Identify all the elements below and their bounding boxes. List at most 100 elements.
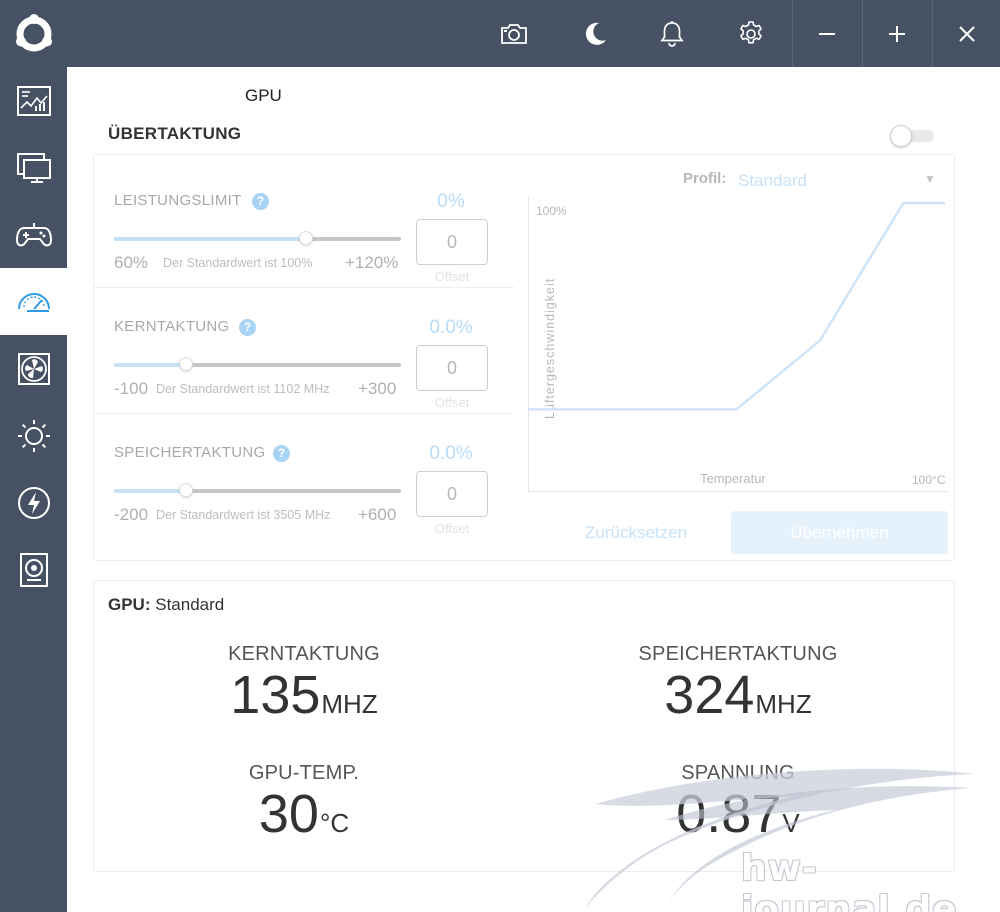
range-min: -200 [114, 505, 149, 524]
default-value-text: Der Standardwert ist 3505 MHz [156, 508, 331, 522]
stat-core-clock: KERNTAKTUNG 135MHZ [184, 643, 424, 722]
minimize-icon [819, 32, 835, 35]
watermark-text: hw-journal.de [741, 848, 958, 912]
range-min: 60% [114, 253, 149, 272]
moon-icon [585, 22, 606, 45]
range-min: -100 [114, 379, 149, 398]
speedometer-icon [17, 292, 50, 312]
overclock-row-power-limit: LEISTUNGSLIMIT ? 0% 60% Der Standardwert… [94, 161, 514, 287]
monitoring-icon [16, 85, 51, 116]
sidebar-item-gaming[interactable] [0, 201, 67, 268]
device-title: GPU [245, 86, 282, 105]
power-limit-slider[interactable] [114, 231, 401, 245]
close-button[interactable] [933, 0, 1000, 67]
gpu-status-label: GPU: [108, 595, 151, 614]
stat-voltage: SPANNUNG 0.87V [618, 762, 858, 841]
memory-clock-slider[interactable] [114, 483, 401, 497]
minimize-button[interactable] [793, 0, 861, 67]
x-max-label: 100°C [912, 473, 946, 487]
stat-memory-clock: SPEICHERTAKTUNG 324MHZ [618, 643, 858, 722]
gamepad-icon [15, 222, 52, 246]
offset-label: Offset [434, 395, 470, 410]
help-icon[interactable]: ? [239, 319, 256, 336]
stat-value: 135MHZ [184, 668, 424, 722]
dropdown-arrow-icon[interactable]: ▼ [924, 172, 936, 186]
maximize-icon [889, 25, 905, 42]
range-max: +600 [358, 505, 397, 524]
sidebar-item-lighting[interactable] [0, 402, 67, 469]
slider-fill [114, 237, 307, 241]
stat-unit: MHZ [321, 689, 378, 719]
core-clock-slider[interactable] [114, 357, 401, 371]
gear-icon [740, 20, 762, 44]
percent-value: 0% [437, 191, 465, 212]
overclock-row-memory-clock: SPEICHERTAKTUNG ? 0.0% -200 Der Standard… [94, 413, 514, 539]
fan-curve-chart[interactable]: 100% Lüftergeschwindigkeit Temperatur 10… [528, 197, 948, 492]
sidebar [0, 67, 67, 912]
overclock-row-core-clock: KERNTAKTUNG ? 0.0% -100 Der Standardwert… [94, 287, 514, 413]
sidebar-item-power[interactable] [0, 469, 67, 536]
slider-thumb[interactable] [178, 357, 193, 371]
sidebar-item-audio[interactable] [0, 536, 67, 603]
stat-number: 0.87 [676, 784, 782, 844]
gpu-status: GPU: Standard [108, 595, 224, 615]
stat-unit: MHZ [755, 689, 812, 719]
stat-label: GPU-TEMP. [248, 762, 360, 784]
title-bar [0, 0, 1000, 67]
maximize-button[interactable] [863, 0, 931, 67]
y-axis-label: Lüftergeschwindigkeit [543, 278, 557, 419]
fan-curve-line[interactable] [528, 201, 945, 411]
lightning-icon [17, 486, 50, 519]
stat-label: SPEICHERTAKTUNG [638, 643, 838, 665]
sidebar-item-fan[interactable] [0, 335, 67, 402]
logo-icon [16, 14, 52, 52]
percent-value: 0.0% [429, 317, 473, 338]
stat-number: 324 [664, 665, 755, 725]
range-max: +300 [358, 379, 397, 398]
speaker-icon [19, 552, 48, 587]
stat-unit: °C [319, 808, 350, 838]
offset-input[interactable]: 0 [416, 471, 488, 517]
bell-icon [660, 20, 684, 47]
profile-select[interactable]: Standard [738, 171, 807, 191]
screenshot-button[interactable] [493, 0, 535, 67]
sidebar-item-display[interactable] [0, 134, 67, 201]
overclock-toggle[interactable] [890, 125, 936, 147]
fan-icon [17, 352, 50, 385]
default-value-text: Der Standardwert ist 100% [163, 256, 313, 270]
x-axis-label: Temperatur [700, 471, 766, 486]
stat-unit: V [782, 808, 800, 838]
notifications-button[interactable] [651, 0, 693, 67]
reset-button[interactable]: Zurücksetzen [585, 523, 687, 543]
y-max-label: 100% [536, 204, 567, 218]
row-label: LEISTUNGSLIMIT [114, 192, 242, 209]
help-icon[interactable]: ? [252, 193, 269, 210]
stat-value: 0.87V [618, 787, 858, 841]
stat-label: SPANNUNG [681, 762, 795, 784]
slider-thumb[interactable] [178, 483, 193, 497]
stat-gpu-temp: GPU-TEMP. 30°C [184, 762, 424, 841]
slider-fill [114, 489, 186, 493]
row-label: KERNTAKTUNG [114, 318, 230, 335]
row-label: SPEICHERTAKTUNG [114, 444, 266, 461]
camera-icon [501, 23, 527, 44]
settings-button[interactable] [730, 0, 772, 67]
toggle-knob [890, 125, 912, 147]
stat-number: 30 [258, 784, 319, 844]
offset-input[interactable]: 0 [416, 219, 488, 265]
percent-value: 0.0% [429, 443, 473, 464]
section-title: ÜBERTAKTUNG [108, 124, 242, 143]
offset-input[interactable]: 0 [416, 345, 488, 391]
sidebar-item-monitoring[interactable] [0, 67, 67, 134]
slider-thumb[interactable] [299, 231, 314, 245]
apply-button[interactable]: Übernehmen [731, 511, 948, 554]
stat-number: 135 [230, 665, 321, 725]
offset-label: Offset [434, 521, 470, 536]
sidebar-item-overclocking[interactable] [0, 268, 67, 335]
stat-label: KERNTAKTUNG [228, 643, 380, 665]
display-icon [16, 152, 51, 183]
help-icon[interactable]: ? [273, 445, 290, 462]
default-value-text: Der Standardwert ist 1102 MHz [156, 382, 330, 396]
close-icon [958, 25, 975, 42]
night-mode-button[interactable] [574, 0, 616, 67]
